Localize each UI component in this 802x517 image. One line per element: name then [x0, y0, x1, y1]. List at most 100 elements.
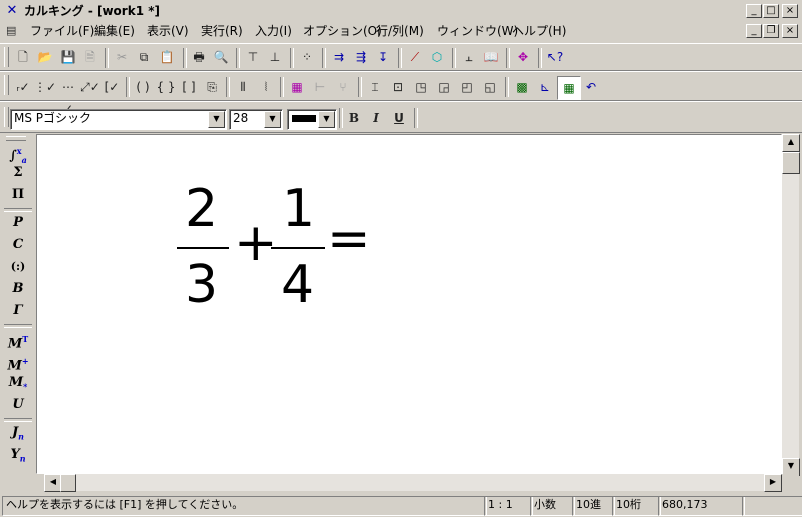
vertical-scroll-thumb[interactable] [782, 152, 800, 174]
italic-button[interactable]: I [365, 107, 387, 129]
transpose-button[interactable]: MT [6, 329, 30, 351]
font-size-select[interactable]: 28 ▼ [229, 109, 283, 130]
chart-icon[interactable]: ⫠ [458, 46, 480, 68]
grid-toggle-icon[interactable]: ▦ [557, 76, 581, 100]
scroll-up-icon[interactable]: ▲ [782, 134, 800, 152]
print-icon[interactable]: 🖶 [188, 46, 210, 68]
matrix-icon[interactable]: ⁘ [296, 46, 318, 68]
copy-icon[interactable]: ⧉ [133, 46, 155, 68]
bessel-j-button[interactable]: Jn [6, 423, 30, 443]
menu-row-col[interactable]: 行/列(M) [376, 23, 424, 39]
document-icon[interactable]: ▤ [6, 24, 20, 37]
toolbar-grip[interactable] [4, 107, 9, 127]
row-merge-icon[interactable]: ⦚ [255, 76, 277, 98]
permutation-button[interactable]: P [6, 213, 30, 233]
cut-icon[interactable]: ✂ [111, 46, 133, 68]
edit-row-icon[interactable]: ⋮✓ [34, 76, 56, 98]
binomial-button[interactable]: (:) [6, 257, 30, 277]
maximize-button[interactable]: □ [763, 4, 779, 18]
bold-button[interactable]: B [343, 107, 365, 129]
bracket-icon[interactable]: [ ] [178, 76, 200, 98]
clipboard-icon[interactable]: ⎘ [201, 76, 223, 98]
undo-icon[interactable]: ↶ [580, 76, 602, 98]
plus-operator[interactable]: + [234, 217, 278, 269]
delete-row-icon[interactable]: ⊥ [264, 46, 286, 68]
menu-edit[interactable]: 編集(E) [94, 23, 135, 39]
font-name-select[interactable]: MS Pゴシック ▼ [10, 109, 227, 130]
conjugate-button[interactable]: M* [6, 373, 30, 393]
chevron-down-icon[interactable]: ▼ [264, 111, 281, 128]
brace-icon[interactable]: { } [155, 76, 177, 98]
chevron-down-icon[interactable]: ▼ [318, 111, 335, 128]
graph-2d-icon[interactable]: ⟋ [404, 46, 426, 68]
grid-graph-icon[interactable]: ▩ [511, 76, 533, 98]
box-topleft-icon[interactable]: ◰ [456, 76, 478, 98]
new-file-icon[interactable]: 🗋 [12, 46, 34, 68]
fraction2-numerator[interactable]: 1 [282, 183, 315, 235]
box-top-icon[interactable]: ⌶ [364, 76, 386, 98]
menu-options[interactable]: オプション(O) [303, 23, 382, 39]
menu-window[interactable]: ウィンドウ(W) [437, 23, 518, 39]
box-bottomright-icon[interactable]: ◲ [433, 76, 455, 98]
combination-button[interactable]: C [6, 235, 30, 255]
document-canvas[interactable]: 2 3 + 1 4 = [36, 134, 782, 474]
toolbar-grip[interactable] [4, 47, 9, 67]
edit-diag-icon[interactable]: ⤢✓ [79, 76, 101, 98]
menu-run[interactable]: 実行(R) [201, 23, 243, 39]
box-bottom-icon[interactable]: ⊡ [387, 76, 409, 98]
execute-icon[interactable]: ⇉ [328, 46, 350, 68]
close-button[interactable]: × [782, 4, 798, 18]
fraction1-numerator[interactable]: 2 [185, 183, 218, 235]
app-icon[interactable]: ✕ [4, 4, 20, 18]
box-topright-icon[interactable]: ◳ [410, 76, 432, 98]
horizontal-scrollbar[interactable]: ◀ ▶ [44, 474, 782, 492]
chevron-down-icon[interactable]: ▼ [208, 111, 225, 128]
fraction2-denominator[interactable]: 4 [281, 259, 314, 311]
save-as-icon[interactable]: 🗎 [79, 46, 101, 68]
help-cursor-icon[interactable]: ↖? [544, 46, 566, 68]
paren-icon[interactable]: ( ) [132, 76, 154, 98]
child-minimize-button[interactable]: _ [746, 24, 762, 38]
toolbar-grip[interactable] [4, 75, 9, 95]
paste-icon[interactable]: 📋 [156, 46, 178, 68]
equals-operator[interactable]: = [327, 213, 371, 265]
save-icon[interactable]: 💾 [57, 46, 79, 68]
menu-file[interactable]: ファイル(F) [30, 23, 94, 39]
box-bottomleft-icon[interactable]: ◱ [479, 76, 501, 98]
graph-3d-icon[interactable]: ⬡ [426, 46, 448, 68]
node-icon[interactable]: ✥ [512, 46, 534, 68]
fraction1-denominator[interactable]: 3 [185, 259, 218, 311]
pseudoinverse-button[interactable]: M+ [6, 351, 30, 373]
menu-help[interactable]: ヘルプ(H) [512, 23, 566, 39]
horizontal-scroll-thumb[interactable] [60, 474, 76, 492]
row-split-icon[interactable]: ⦀ [232, 76, 254, 98]
underline-button[interactable]: U [388, 107, 410, 129]
fork-icon[interactable]: ⑂ [332, 76, 354, 98]
child-close-button[interactable]: × [782, 24, 798, 38]
print-preview-icon[interactable]: 🔍 [210, 46, 232, 68]
gamma-button[interactable]: Γ [6, 301, 30, 321]
table-icon[interactable]: ▦ [286, 76, 308, 98]
product-button[interactable]: Π [6, 185, 30, 205]
tree-icon[interactable]: ⊢ [309, 76, 331, 98]
edit-cell-icon[interactable]: ᵣ✓ [12, 76, 34, 98]
sum-button[interactable]: Σ [6, 163, 30, 183]
integral-button[interactable]: ∫xa [6, 141, 30, 165]
edit-col-icon[interactable]: ⋯✓ [57, 76, 79, 116]
minimize-button[interactable]: _ [746, 4, 762, 18]
book-icon[interactable]: 📖 [480, 46, 502, 68]
execute-step-icon[interactable]: ↧ [372, 46, 394, 68]
child-restore-button[interactable]: ❐ [763, 24, 779, 38]
menu-input[interactable]: 入力(I) [255, 23, 292, 39]
color-select[interactable]: ▼ [287, 109, 337, 130]
menu-view[interactable]: 表示(V) [147, 23, 189, 39]
edit-bracket-icon[interactable]: [✓ [101, 76, 123, 98]
axis-icon[interactable]: ⊾ [534, 76, 556, 98]
insert-row-icon[interactable]: ⊤ [242, 46, 264, 68]
unitary-button[interactable]: U [6, 395, 30, 415]
scroll-right-icon[interactable]: ▶ [764, 474, 782, 492]
bessel-y-button[interactable]: Yn [6, 445, 30, 465]
open-folder-icon[interactable]: 📂 [34, 46, 56, 68]
beta-button[interactable]: B [6, 279, 30, 299]
vertical-scrollbar[interactable]: ▲ ▼ [782, 134, 800, 476]
